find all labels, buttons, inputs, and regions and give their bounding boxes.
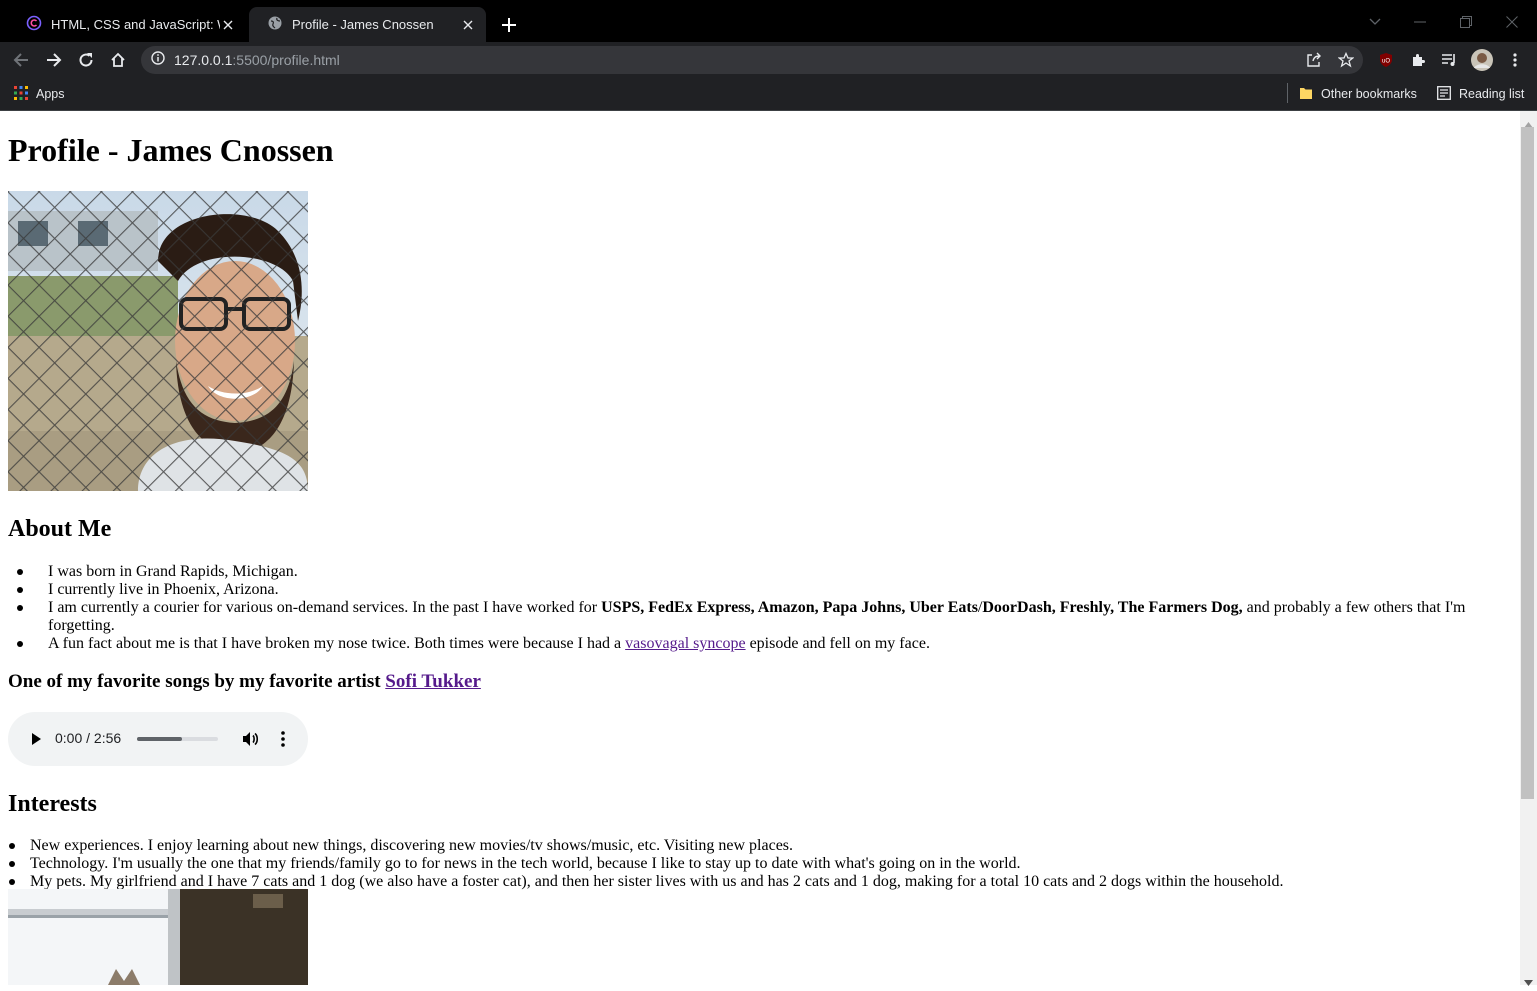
audio-more-icon[interactable] xyxy=(273,729,293,749)
bookmark-star-icon[interactable] xyxy=(1334,48,1358,72)
new-tab-button[interactable] xyxy=(498,14,520,36)
minimize-icon[interactable] xyxy=(1409,11,1431,33)
apps-grid-icon xyxy=(14,85,28,103)
reading-list[interactable]: Reading list xyxy=(1437,84,1524,104)
list-item: I was born in Grand Rapids, Michigan. xyxy=(17,563,1488,581)
url-text: 127.0.0.1:5500/profile.html xyxy=(174,52,340,68)
site-info-icon[interactable] xyxy=(151,50,165,70)
interests-list: New experiences. I enjoy learning about … xyxy=(9,837,1510,891)
svg-text:uO: uO xyxy=(1382,59,1390,65)
bookmarks-divider xyxy=(1287,83,1288,103)
tab-search-icon[interactable] xyxy=(1364,11,1386,33)
forward-icon[interactable] xyxy=(42,48,66,72)
scrollbar-thumb[interactable] xyxy=(1521,127,1534,799)
list-item: I am currently a courier for various on-… xyxy=(17,599,1488,635)
close-window-icon[interactable] xyxy=(1501,11,1523,33)
home-icon[interactable] xyxy=(106,48,130,72)
about-heading: About Me xyxy=(8,516,112,542)
list-item: I currently live in Phoenix, Arizona. xyxy=(17,581,1488,599)
list-item: A fun fact about me is that I have broke… xyxy=(17,635,1488,653)
ublock-icon[interactable]: uO xyxy=(1374,48,1398,72)
close-icon[interactable] xyxy=(220,17,236,33)
restore-icon[interactable] xyxy=(1455,11,1477,33)
puzzle-icon[interactable] xyxy=(1406,48,1430,72)
other-bookmarks-label: Other bookmarks xyxy=(1321,87,1417,101)
list-item: New experiences. I enjoy learning about … xyxy=(9,837,1510,855)
page-content: Profile - James Cnossen About Me I was b… xyxy=(0,111,1520,985)
share-icon[interactable] xyxy=(1302,48,1326,72)
coursera-icon xyxy=(26,15,42,34)
reading-list-icon xyxy=(1437,85,1451,103)
sofi-tukker-link[interactable]: Sofi Tukker xyxy=(385,671,481,692)
folder-icon xyxy=(1299,86,1313,103)
tab-title: HTML, CSS and JavaScript: Week xyxy=(51,17,220,32)
reading-list-label: Reading list xyxy=(1459,87,1525,101)
more-menu-icon[interactable] xyxy=(1503,48,1527,72)
tab-coursera[interactable]: HTML, CSS and JavaScript: Week xyxy=(8,7,246,42)
audio-progress-fill xyxy=(137,737,182,741)
interests-heading: Interests xyxy=(8,791,97,817)
about-list: I was born in Grand Rapids, Michigan. I … xyxy=(17,563,1488,653)
list-item: Technology. I'm usually the one that my … xyxy=(9,855,1510,873)
play-icon[interactable] xyxy=(28,731,44,747)
reload-icon[interactable] xyxy=(74,48,98,72)
back-icon[interactable] xyxy=(9,48,33,72)
tab-strip: HTML, CSS and JavaScript: Week Profile -… xyxy=(0,0,1537,42)
close-icon[interactable] xyxy=(460,17,476,33)
tab-profile[interactable]: Profile - James Cnossen xyxy=(249,7,486,42)
tab-title: Profile - James Cnossen xyxy=(292,17,434,32)
pets-photo xyxy=(8,889,308,985)
media-queue-icon[interactable] xyxy=(1437,48,1461,72)
page-title: Profile - James Cnossen xyxy=(8,132,334,168)
profile-avatar[interactable] xyxy=(1470,48,1494,72)
browser-toolbar: 127.0.0.1:5500/profile.html uO xyxy=(0,42,1537,78)
audio-player[interactable]: 0:00 / 2:56 xyxy=(8,712,308,766)
audio-progress-slider[interactable] xyxy=(137,737,218,741)
bookmarks-bar: Apps Other bookmarks Reading list xyxy=(0,78,1537,111)
vasovagal-syncope-link[interactable]: vasovagal syncope xyxy=(625,635,745,652)
profile-photo xyxy=(8,191,308,491)
globe-icon xyxy=(267,15,283,34)
address-bar[interactable]: 127.0.0.1:5500/profile.html xyxy=(141,46,1363,74)
scroll-down-icon[interactable] xyxy=(1524,973,1533,991)
song-heading: One of my favorite songs by my favorite … xyxy=(8,671,481,692)
audio-time: 0:00 / 2:56 xyxy=(55,730,122,746)
other-bookmarks[interactable]: Other bookmarks xyxy=(1299,84,1417,104)
page-scrollbar[interactable] xyxy=(1520,111,1537,986)
volume-icon[interactable] xyxy=(240,729,260,749)
apps-label: Apps xyxy=(36,87,65,101)
bookmark-apps[interactable]: Apps xyxy=(14,84,65,104)
